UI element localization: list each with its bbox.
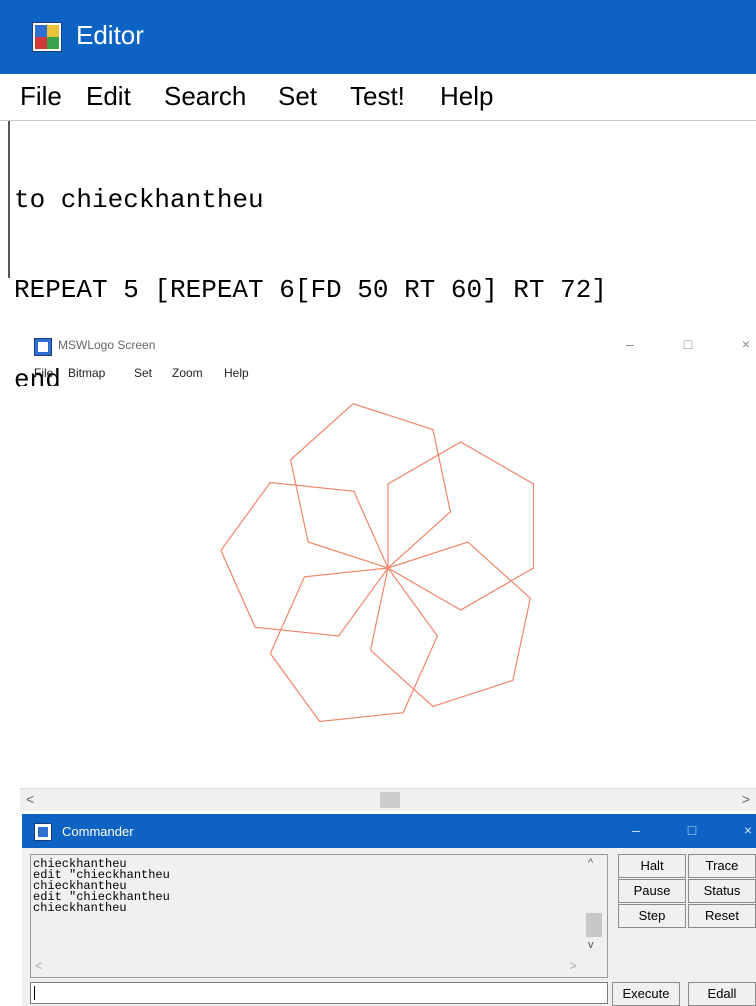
screen-title: MSWLogo Screen (58, 338, 156, 352)
code-line: REPEAT 5 [REPEAT 6[FD 50 RT 60] RT 72] (14, 275, 607, 305)
commander-window: Commander – □ × chieckhantheu edit "chie… (22, 814, 756, 1006)
edall-button[interactable]: Edall (688, 982, 756, 1006)
screen-app-icon (34, 338, 52, 356)
screen-titlebar[interactable]: MSWLogo Screen – □ × (20, 330, 756, 360)
command-input[interactable] (30, 982, 608, 1004)
halt-button[interactable]: Halt (618, 854, 686, 878)
editor-titlebar[interactable]: Editor (0, 0, 756, 74)
scroll-right-icon[interactable]: > (569, 958, 577, 973)
execute-button[interactable]: Execute (612, 982, 680, 1006)
maximize-icon[interactable]: □ (682, 822, 702, 838)
screen-menu-file[interactable]: File (34, 366, 53, 380)
step-button[interactable]: Step (618, 904, 686, 928)
reset-button[interactable]: Reset (688, 904, 756, 928)
hexagon-path (387, 441, 535, 611)
scroll-left-icon[interactable]: < (35, 958, 43, 973)
minimize-icon[interactable]: – (620, 336, 640, 352)
screen-menubar: File Bitmap Set Zoom Help (20, 364, 756, 386)
hexagon-path (269, 567, 439, 723)
hexagon-path (289, 403, 452, 569)
mswlogo-screen-window: MSWLogo Screen – □ × File Bitmap Set Zoo… (20, 330, 756, 811)
editor-menu-help[interactable]: Help (440, 81, 493, 112)
commander-titlebar[interactable]: Commander – □ × (22, 814, 756, 848)
turtle-drawing (220, 403, 535, 723)
editor-code-area[interactable]: to chieckhantheu REPEAT 5 [REPEAT 6[FD 5… (8, 121, 756, 395)
scroll-right-icon[interactable]: > (742, 791, 750, 807)
close-icon[interactable]: × (736, 336, 756, 352)
minimize-icon[interactable]: – (626, 822, 646, 838)
commander-app-icon (34, 823, 52, 841)
history-line: chieckhantheu (33, 901, 127, 915)
editor-title: Editor (76, 20, 144, 50)
maximize-icon[interactable]: □ (678, 336, 698, 352)
editor-menu-edit[interactable]: Edit (86, 81, 131, 112)
scroll-thumb[interactable] (380, 792, 400, 808)
close-icon[interactable]: × (738, 822, 756, 838)
editor-menubar: File Edit Search Set Test! Help (0, 74, 756, 121)
commander-title: Commander (62, 824, 134, 839)
screen-menu-set[interactable]: Set (134, 366, 152, 380)
editor-menu-file[interactable]: File (20, 81, 62, 112)
editor-menu-search[interactable]: Search (164, 81, 246, 112)
screen-menu-help[interactable]: Help (224, 366, 249, 380)
hexagon-path (369, 541, 531, 708)
history-horizontal-scrollbar[interactable]: < > (31, 958, 581, 976)
screen-menu-bitmap[interactable]: Bitmap (68, 366, 105, 380)
status-button[interactable]: Status (688, 879, 756, 903)
screen-horizontal-scrollbar[interactable]: < > (20, 788, 756, 811)
screen-menu-zoom[interactable]: Zoom (172, 366, 203, 380)
scroll-up-icon[interactable]: ^ (588, 857, 593, 869)
pause-button[interactable]: Pause (618, 879, 686, 903)
trace-button[interactable]: Trace (688, 854, 756, 878)
scroll-down-icon[interactable]: v (588, 939, 594, 951)
turtle-canvas[interactable] (20, 386, 756, 786)
scroll-thumb[interactable] (586, 913, 602, 937)
code-line: to chieckhantheu (14, 185, 264, 215)
editor-app-icon (32, 22, 62, 52)
scroll-left-icon[interactable]: < (26, 791, 34, 807)
editor-window: Editor File Edit Search Set Test! Help t… (0, 0, 756, 395)
history-vertical-scrollbar[interactable]: ^ v (582, 855, 606, 955)
editor-menu-set[interactable]: Set (278, 81, 317, 112)
editor-menu-test[interactable]: Test! (350, 81, 405, 112)
